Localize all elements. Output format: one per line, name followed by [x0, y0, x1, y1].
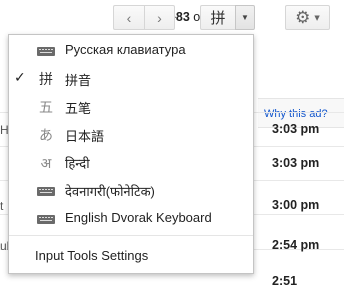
menu-item-pinyin[interactable]: ✓ 拼 拼音 [9, 65, 253, 93]
menu-item-label: Input Tools Settings [35, 248, 149, 263]
message-time[interactable]: 3:03 pm [272, 122, 319, 136]
caret-down-icon: ▼ [241, 13, 249, 22]
menu-item-hindi[interactable]: अ हिन्दी [9, 149, 253, 177]
menu-item-english-dvorak[interactable]: English Dvorak Keyboard [9, 205, 253, 233]
chevron-left-icon: ‹ [126, 9, 132, 26]
menu-item-label: 五笔 [65, 101, 92, 116]
toolbar: 1–83 of 83 ‹ › 拼 ▼ ⚙ ▼ [0, 0, 344, 36]
older-button[interactable]: › [144, 5, 175, 30]
hindi-icon: अ [40, 155, 52, 172]
menu-item-japanese[interactable]: あ 日本語 [9, 121, 253, 149]
menu-item-label: हिन्दी [65, 156, 90, 171]
input-tools-toggle-button[interactable]: 拼 [200, 5, 235, 30]
pinyin-icon: 拼 [39, 72, 53, 88]
menu-item-label: देवनागरी(फोनेटिक) [65, 184, 155, 199]
menu-item-label: 日本語 [65, 129, 105, 144]
message-time[interactable]: 2:54 pm [272, 238, 319, 252]
settings-button[interactable]: ⚙ ▼ [285, 5, 330, 30]
input-tools-menu: Русская клавиатура ✓ 拼 拼音 五 五笔 あ 日本語 अ ह… [8, 34, 254, 274]
menu-item-russian-keyboard[interactable]: Русская клавиатура [9, 37, 253, 65]
menu-divider [9, 235, 253, 236]
message-snippet: t [0, 199, 4, 213]
input-tools-dropdown-button[interactable]: ▼ [235, 5, 255, 30]
menu-item-label: 拼音 [65, 73, 92, 88]
menu-item-label: Русская клавиатура [65, 42, 186, 57]
message-time[interactable]: 3:03 pm [272, 156, 319, 170]
menu-item-label: English Dvorak Keyboard [65, 210, 212, 225]
caret-down-icon: ▼ [314, 13, 320, 22]
japanese-icon: あ [39, 128, 53, 144]
message-time[interactable]: 2:51 [272, 274, 297, 288]
keyboard-icon [35, 41, 57, 61]
menu-item-wubi[interactable]: 五 五笔 [9, 93, 253, 121]
keyboard-icon [35, 181, 57, 201]
keyboard-icon [35, 209, 57, 229]
menu-item-devanagari-phonetic[interactable]: देवनागरी(फोनेटिक) [9, 177, 253, 205]
menu-item-input-tools-settings[interactable]: Input Tools Settings [9, 243, 253, 271]
wubi-icon: 五 [39, 100, 53, 116]
message-time[interactable]: 3:00 pm [272, 198, 319, 212]
newer-button[interactable]: ‹ [113, 5, 144, 30]
chevron-right-icon: › [157, 9, 162, 26]
checkmark-icon: ✓ [14, 70, 26, 86]
pinyin-icon: 拼 [210, 9, 226, 27]
gear-icon: ⚙ [295, 7, 311, 28]
